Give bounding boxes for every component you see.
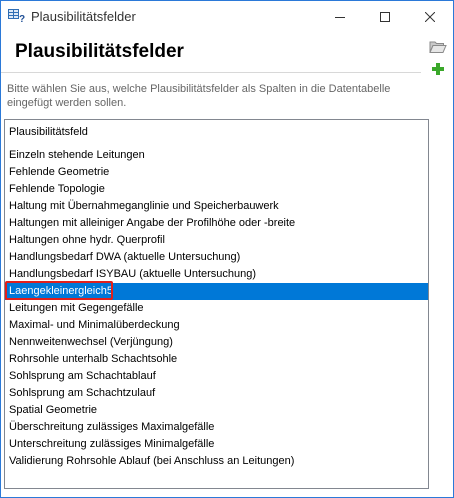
list-item[interactable]: Laengekleinergleich5 bbox=[5, 281, 428, 300]
list-item-label: Haltungen mit alleiniger Angabe der Prof… bbox=[9, 217, 296, 229]
list-column-header: Plausibilitätsfeld bbox=[9, 126, 88, 138]
page-title: Plausibilitätsfelder bbox=[15, 41, 184, 62]
selection-highlight-box bbox=[5, 281, 113, 300]
list-item-label: Sohlsprung am Schachtablauf bbox=[9, 370, 156, 382]
title-bar[interactable]: ? Plausibilitätsfelder bbox=[1, 1, 453, 32]
list-item[interactable]: Unterschreitung zulässiges Minimalgefäll… bbox=[5, 436, 428, 453]
list-items: Einzeln stehende Leitungen Fehlende Geome… bbox=[5, 147, 428, 470]
list-item-label: Spatial Geometrie bbox=[9, 404, 98, 416]
list-item-label: Leitungen mit Gegengefälle bbox=[9, 302, 144, 314]
list-item[interactable]: Fehlende Geometrie bbox=[5, 164, 428, 181]
list-item[interactable]: Fehlende Topologie bbox=[5, 181, 428, 198]
folder-open-icon[interactable] bbox=[429, 39, 447, 55]
add-plus-icon[interactable] bbox=[431, 62, 445, 76]
list-item-label: Maximal- und Minimalüberdeckung bbox=[9, 319, 180, 331]
list-item[interactable]: Validierung Rohrsohle Ablauf (bei Anschl… bbox=[5, 453, 428, 470]
list-item[interactable]: Einzeln stehende Leitungen bbox=[5, 147, 428, 164]
maximize-button[interactable] bbox=[362, 1, 407, 32]
list-item[interactable]: Sohlsprung am Schachtablauf bbox=[5, 368, 428, 385]
list-item-label: Nennweitenwechsel (Verjüngung) bbox=[9, 336, 173, 348]
list-item[interactable]: Überschreitung zulässiges Maximalgefälle bbox=[5, 419, 428, 436]
list-item[interactable]: Handlungsbedarf DWA (aktuelle Untersuchu… bbox=[5, 249, 428, 266]
list-item[interactable]: Nennweitenwechsel (Verjüngung) bbox=[5, 334, 428, 351]
list-item[interactable]: Maximal- und Minimalüberdeckung bbox=[5, 317, 428, 334]
close-icon bbox=[424, 11, 435, 22]
minimize-button[interactable] bbox=[317, 1, 362, 32]
plausibility-field-list[interactable]: Plausibilitätsfeld Einzeln stehende Leit… bbox=[4, 119, 429, 489]
list-item[interactable]: Haltung mit Übernahmeganglinie und Speic… bbox=[5, 198, 428, 215]
list-item[interactable]: Rohrsohle unterhalb Schachtsohle bbox=[5, 351, 428, 368]
header-divider bbox=[1, 72, 421, 73]
list-item-label: Fehlende Geometrie bbox=[9, 166, 110, 178]
close-button[interactable] bbox=[407, 1, 452, 32]
list-item-label: Handlungsbedarf ISYBAU (aktuelle Untersu… bbox=[9, 268, 257, 280]
list-item-label: Handlungsbedarf DWA (aktuelle Untersuchu… bbox=[9, 251, 241, 263]
svg-text:?: ? bbox=[19, 14, 25, 23]
minimize-icon bbox=[334, 16, 345, 18]
list-item-label: Fehlende Topologie bbox=[9, 183, 105, 195]
window-title: Plausibilitätsfelder bbox=[31, 9, 136, 24]
description-text: Bitte wählen Sie aus, welche Plausibilit… bbox=[7, 83, 391, 109]
list-item-label: Sohlsprung am Schachtzulauf bbox=[9, 387, 156, 399]
list-item-label: Einzeln stehende Leitungen bbox=[9, 149, 145, 161]
list-item-label: Haltungen ohne hydr. Querprofil bbox=[9, 234, 165, 246]
maximize-icon bbox=[379, 11, 390, 22]
list-item-label: Haltung mit Übernahmeganglinie und Speic… bbox=[9, 200, 279, 212]
list-item-label: Validierung Rohrsohle Ablauf (bei Anschl… bbox=[9, 455, 295, 467]
list-item[interactable]: Leitungen mit Gegengefälle bbox=[5, 300, 428, 317]
table-question-icon: ? bbox=[8, 9, 26, 25]
list-item[interactable]: Haltungen mit alleiniger Angabe der Prof… bbox=[5, 215, 428, 232]
list-item[interactable]: Sohlsprung am Schachtzulauf bbox=[5, 385, 428, 402]
list-item-label: Rohrsohle unterhalb Schachtsohle bbox=[9, 353, 178, 365]
dialog-window: ? Plausibilitätsfelder Plausibilitätsfel… bbox=[0, 0, 454, 498]
list-item-label: Unterschreitung zulässiges Minimalgefäll… bbox=[9, 438, 215, 450]
list-item[interactable]: Haltungen ohne hydr. Querprofil bbox=[5, 232, 428, 249]
list-item-label: Überschreitung zulässiges Maximalgefälle bbox=[9, 421, 215, 433]
list-item[interactable]: Spatial Geometrie bbox=[5, 402, 428, 419]
